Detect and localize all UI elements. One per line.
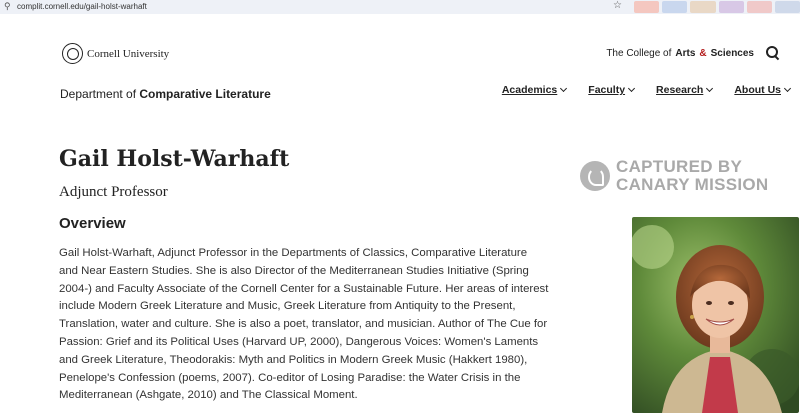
profile-photo: [632, 217, 799, 413]
nav-about-us[interactable]: About Us: [734, 84, 792, 96]
profile-bio: Gail Holst-Warhaft, Adjunct Professor in…: [59, 247, 549, 402]
dept-prefix: Department of: [60, 87, 140, 101]
search-icon[interactable]: [766, 46, 780, 60]
bookmark-star-icon[interactable]: ☆: [613, 0, 622, 11]
site-settings-icon[interactable]: ⚲: [4, 1, 11, 12]
college-prefix: The College of: [606, 47, 672, 59]
chevron-down-icon: [783, 84, 792, 93]
college-sciences: Sciences: [710, 47, 754, 59]
profile-title: Adjunct Professor: [59, 184, 168, 200]
chevron-down-icon: [560, 84, 568, 93]
nav-faculty[interactable]: Faculty: [588, 84, 636, 96]
cornell-logo[interactable]: Cornell University: [62, 43, 169, 64]
overview-heading: Overview: [59, 215, 126, 232]
cornell-seal-icon: [62, 43, 83, 64]
browser-address-bar[interactable]: ⚲ complit.cornell.edu/gail-holst-warhaft…: [0, 0, 800, 14]
department-title[interactable]: Department of Comparative Literature: [60, 87, 271, 101]
watermark-line-1: CAPTURED BY: [616, 157, 743, 176]
url-text[interactable]: complit.cornell.edu/gail-holst-warhaft: [17, 2, 147, 11]
university-name: Cornell University: [87, 47, 170, 60]
nav-research-label: Research: [656, 84, 704, 96]
college-ampersand: &: [699, 47, 707, 59]
nav-about-us-label: About Us: [734, 84, 781, 96]
chevron-down-icon: [628, 84, 636, 93]
college-arts: Arts: [675, 47, 696, 59]
canary-mission-watermark: CAPTURED BY CANARY MISSION: [580, 158, 769, 194]
college-link[interactable]: The College of Arts & Sciences: [606, 46, 780, 60]
nav-academics-label: Academics: [501, 84, 558, 96]
watermark-line-2: CANARY MISSION: [616, 175, 769, 194]
nav-faculty-label: Faculty: [588, 84, 626, 96]
browser-extensions[interactable]: [634, 1, 800, 13]
dept-name: Comparative Literature: [139, 87, 271, 101]
nav-research[interactable]: Research: [656, 84, 714, 96]
nav-academics[interactable]: Academics: [501, 84, 568, 96]
profile-name: Gail Holst-Warhaft: [59, 146, 290, 172]
canary-bird-icon: [580, 161, 610, 191]
chevron-down-icon: [706, 84, 714, 93]
main-nav: Academics Faculty Research About Us: [501, 84, 792, 96]
